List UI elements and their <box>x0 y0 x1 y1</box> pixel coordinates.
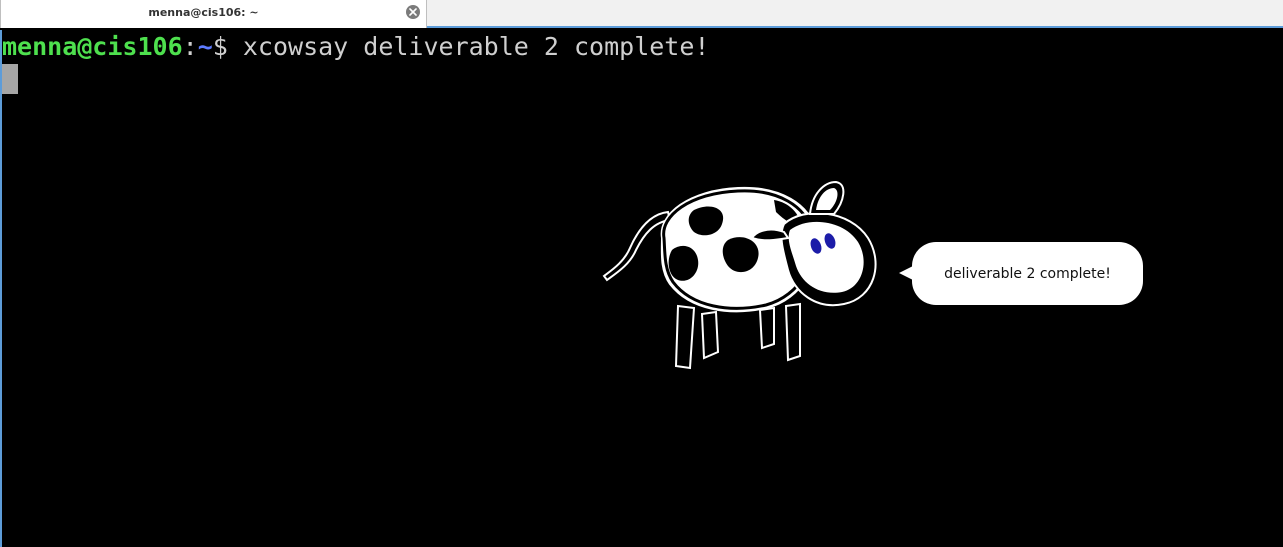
tab-bar: menna@cis106: ~ <box>0 0 1283 28</box>
cow-image[interactable] <box>598 180 888 372</box>
speech-bubble[interactable]: deliverable 2 complete! <box>912 242 1143 305</box>
terminal-window: menna@cis106: ~ menna@cis106:~$ xcowsay … <box>0 0 1283 547</box>
close-icon[interactable] <box>406 5 420 19</box>
prompt-symbol: $ <box>212 32 243 61</box>
prompt-user: menna@cis106 <box>2 32 183 61</box>
command-line: menna@cis106:~$ xcowsay deliverable 2 co… <box>2 32 709 62</box>
speech-bubble-tail <box>899 266 913 280</box>
command-text: xcowsay deliverable 2 complete! <box>242 32 710 61</box>
prompt-colon: : <box>182 32 198 61</box>
prompt-path: ~ <box>197 32 213 61</box>
tab-terminal[interactable]: menna@cis106: ~ <box>0 0 427 28</box>
speech-bubble-text: deliverable 2 complete! <box>944 265 1111 282</box>
tab-title: menna@cis106: ~ <box>148 6 259 19</box>
text-cursor <box>2 64 18 94</box>
